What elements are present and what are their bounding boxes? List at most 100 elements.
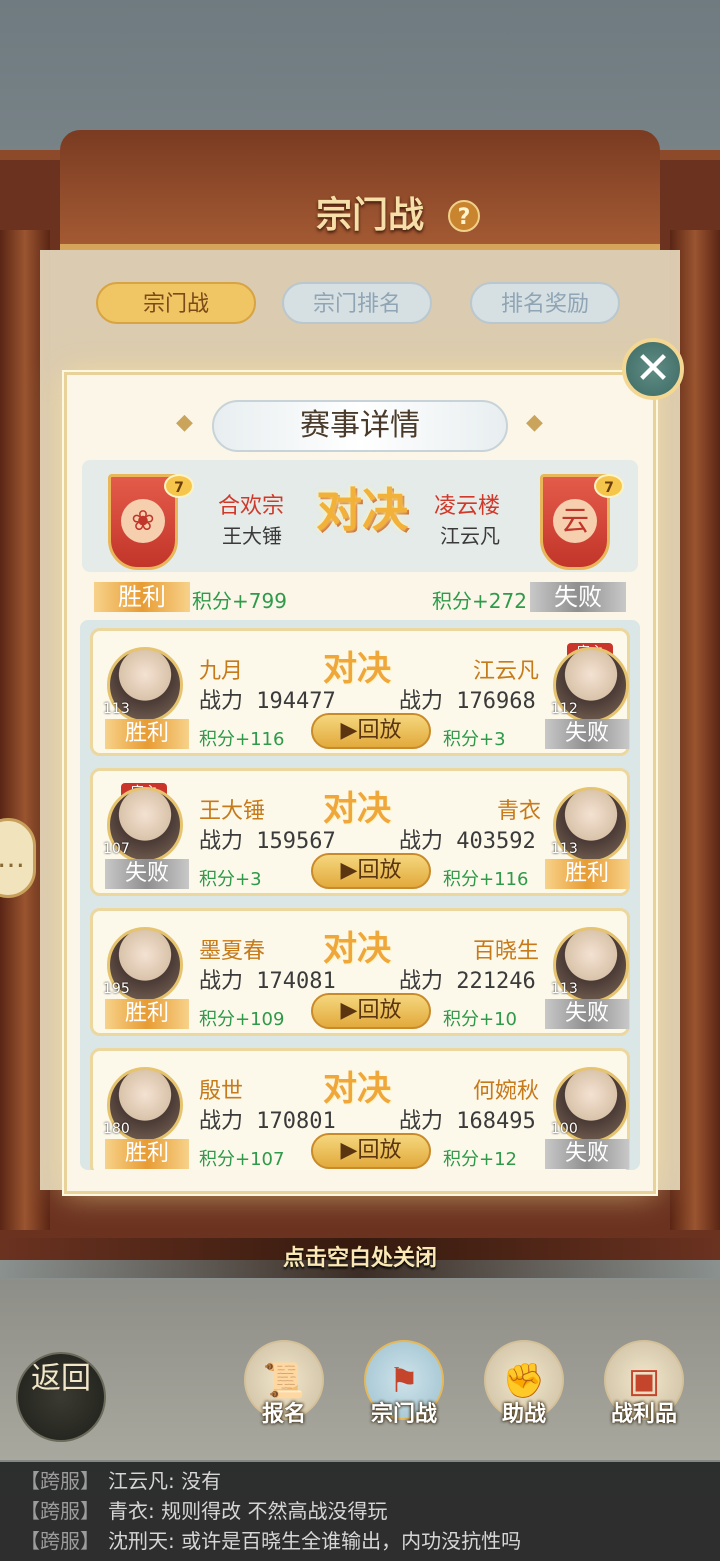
- tab-sect-ranking[interactable]: 宗门排名: [282, 282, 432, 324]
- question-icon[interactable]: ?: [448, 200, 480, 232]
- left-sect-name: 合欢宗: [218, 494, 285, 519]
- opponent-score: 积分+10: [443, 1009, 517, 1030]
- nav-assist-button[interactable]: ✊ 助战: [474, 1340, 574, 1440]
- page-title: 宗门战: [315, 194, 424, 236]
- versus-label: 对决: [323, 789, 391, 829]
- player-level: 180: [103, 1121, 130, 1137]
- opponent-name: 青衣: [497, 799, 542, 824]
- opponent-result: 失败: [545, 1139, 629, 1169]
- replay-label: 回放: [357, 718, 402, 743]
- opponent-result: 失败: [545, 719, 629, 749]
- lotus-icon: ❀: [121, 499, 165, 543]
- chat-message: 【跨服】 青衣: 规则得改 不然高战没得玩: [20, 1496, 720, 1526]
- replay-button[interactable]: ▶回放: [311, 713, 431, 749]
- replay-label: 回放: [357, 998, 402, 1023]
- opponent-power: 战力 403592: [399, 829, 536, 854]
- opponent-name: 江云凡: [473, 659, 540, 684]
- player-name: 王大锤: [199, 799, 266, 824]
- opponent-name: 何婉秋: [473, 1079, 540, 1104]
- opponent-level: 112: [551, 701, 578, 717]
- player-power: 战力 194477: [199, 689, 336, 714]
- left-sect-leader: 王大锤: [222, 524, 282, 548]
- close-icon[interactable]: ✕: [622, 338, 684, 400]
- match-list[interactable]: 113 九月 战力 194477 对决 江云凡 战力 176968 宗主 112…: [80, 620, 640, 1170]
- player-name: 殷世: [199, 1079, 244, 1104]
- chat-text: 沈刑天: 或许是百晓生全谁输出，内功没抗性吗: [108, 1529, 522, 1553]
- replay-label: 回放: [357, 858, 402, 883]
- chat-bubble-icon[interactable]: …: [0, 818, 36, 898]
- player-power: 战力 170801: [199, 1109, 336, 1134]
- versus-label: 对决: [316, 483, 408, 537]
- player-score: 积分+3: [199, 869, 262, 890]
- player-score: 积分+107: [199, 1149, 285, 1170]
- opponent-level: 113: [551, 841, 578, 857]
- match-card: 宗主 107 王大锤 战力 159567 对决 青衣 战力 403592 113…: [90, 768, 630, 896]
- left-sect-result: 胜利: [94, 582, 190, 612]
- match-card: 180 殷世 战力 170801 对决 何婉秋 战力 168495 100 胜利…: [90, 1048, 630, 1170]
- replay-button[interactable]: ▶回放: [311, 1133, 431, 1169]
- chat-message: 【跨服】 沈刑天: 或许是百晓生全谁输出，内功没抗性吗: [20, 1526, 720, 1556]
- right-sect-leader: 江云凡: [440, 524, 500, 548]
- right-sect-name: 凌云楼: [434, 494, 501, 519]
- opponent-power: 战力 168495: [399, 1109, 536, 1134]
- opponent-level: 113: [551, 981, 578, 997]
- player-power: 战力 159567: [199, 829, 336, 854]
- player-level: 113: [103, 701, 130, 717]
- opponent-result: 失败: [545, 999, 629, 1029]
- opponent-power: 战力 176968: [399, 689, 536, 714]
- modal-title: 赛事详情: [212, 400, 508, 452]
- opponent-score: 积分+3: [443, 729, 506, 750]
- nav-label: 宗门战: [370, 1401, 437, 1427]
- nav-label: 报名: [261, 1401, 306, 1427]
- tab-sect-war[interactable]: 宗门战: [96, 282, 256, 324]
- versus-label: 对决: [323, 649, 391, 689]
- left-sect-level: 7: [164, 474, 194, 498]
- opponent-score: 积分+116: [443, 869, 529, 890]
- nav-label: 助战: [501, 1401, 546, 1427]
- right-sect-score: 积分+272: [432, 589, 527, 613]
- opponent-score: 积分+12: [443, 1149, 517, 1170]
- chat-channel: 【跨服】: [20, 1529, 100, 1553]
- left-sect-score: 积分+799: [192, 589, 287, 613]
- right-sect-level: 7: [594, 474, 624, 498]
- opponent-result: 胜利: [545, 859, 629, 889]
- replay-button[interactable]: ▶回放: [311, 993, 431, 1029]
- player-power: 战力 174081: [199, 969, 336, 994]
- player-name: 墨夏春: [199, 939, 266, 964]
- ornament-right-icon: ◆: [526, 410, 543, 435]
- opponent-name: 百晓生: [473, 939, 540, 964]
- tab-ranking-rewards[interactable]: 排名奖励: [470, 282, 620, 324]
- opponent-power: 战力 221246: [399, 969, 536, 994]
- player-name: 九月: [199, 659, 244, 684]
- nav-sect-war-button[interactable]: ⚑ 宗门战: [354, 1340, 454, 1440]
- player-level: 107: [103, 841, 130, 857]
- chat-text: 江云凡: 没有: [108, 1469, 222, 1493]
- nav-signup-button[interactable]: 📜 报名: [234, 1340, 334, 1440]
- right-sect-result: 失败: [530, 582, 626, 612]
- versus-label: 对决: [323, 1069, 391, 1109]
- match-card: 195 墨夏春 战力 174081 对决 百晓生 战力 221246 113 胜…: [90, 908, 630, 1036]
- match-card: 113 九月 战力 194477 对决 江云凡 战力 176968 宗主 112…: [90, 628, 630, 756]
- player-result: 胜利: [105, 999, 189, 1029]
- nav-loot-button[interactable]: ▣ 战利品: [594, 1340, 694, 1440]
- right-sect-emblem: 云: [553, 499, 597, 543]
- player-result: 胜利: [105, 1139, 189, 1169]
- player-score: 积分+116: [199, 729, 285, 750]
- ornament-left-icon: ◆: [176, 410, 193, 435]
- chat-channel: 【跨服】: [20, 1469, 100, 1493]
- chat-message: 【跨服】 江云凡: 没有: [20, 1466, 720, 1496]
- back-button[interactable]: 返回: [16, 1352, 106, 1442]
- chat-channel: 【跨服】: [20, 1499, 100, 1523]
- versus-label: 对决: [323, 929, 391, 969]
- replay-button[interactable]: ▶回放: [311, 853, 431, 889]
- player-result: 失败: [105, 859, 189, 889]
- player-score: 积分+109: [199, 1009, 285, 1030]
- chat-text: 青衣: 规则得改 不然高战没得玩: [108, 1499, 388, 1523]
- chat-panel[interactable]: 【跨服】 江云凡: 没有 【跨服】 青衣: 规则得改 不然高战没得玩 【跨服】 沈刑天…: [0, 1462, 720, 1561]
- close-hint[interactable]: 点击空白处关闭: [0, 1238, 720, 1278]
- opponent-level: 100: [551, 1121, 578, 1137]
- player-result: 胜利: [105, 719, 189, 749]
- player-level: 195: [103, 981, 130, 997]
- nav-label: 战利品: [610, 1401, 677, 1427]
- replay-label: 回放: [357, 1138, 402, 1163]
